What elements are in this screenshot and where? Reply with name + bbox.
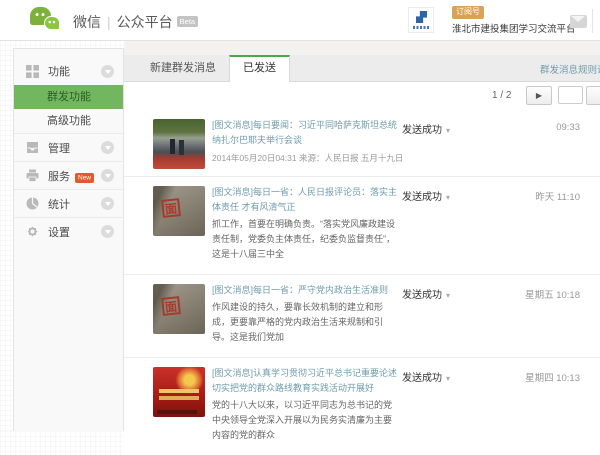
- rules-link[interactable]: 群发消息规则说明: [540, 62, 600, 76]
- company-logo-text: [413, 26, 430, 29]
- wechat-bubble-small: [44, 16, 60, 30]
- tab-new-message[interactable]: 新建群发消息: [137, 55, 229, 81]
- red-poster-thumbnail: [153, 367, 205, 417]
- account-type-badge: 订阅号: [452, 6, 484, 19]
- message-snippet: 作风建设的持久，要靠长效机制的建立和形成，更要靠严格的党内政治生活来规制和引导。…: [212, 300, 398, 345]
- stone-inscription-thumbnail: 面: [153, 186, 205, 236]
- sent-time: 昨天 11:10: [535, 189, 580, 203]
- status-label: 发送成功: [402, 192, 442, 203]
- message-title-link[interactable]: [图文消息]每日要闻：习近平同哈萨克斯坦总统纳扎尔巴耶夫举行会谈: [212, 118, 398, 148]
- chevron-down-icon[interactable]: [101, 225, 114, 238]
- ceremony-photo-thumbnail: [153, 119, 205, 169]
- message-row[interactable]: [图文消息]每日要闻：习近平同哈萨克斯坦总统纳扎尔巴耶夫举行会谈 2014年05…: [124, 110, 600, 176]
- message-row[interactable]: 面 [图文消息]每日一省：严守党内政治生活准则 作风建设的持久，要靠长效机制的建…: [124, 274, 600, 357]
- brand-separator: |: [107, 14, 111, 30]
- status-label: 发送成功: [402, 125, 442, 136]
- sidebar-item-label: 管理: [48, 140, 101, 156]
- sidebar-item-text: 服务: [48, 171, 70, 183]
- sidebar-item-advanced[interactable]: 高级功能: [14, 109, 123, 133]
- beta-badge: Beta: [177, 16, 198, 27]
- message-title-link[interactable]: [图文消息]每日一省：人民日报评论员：落实主体责任 才有风清气正: [212, 185, 398, 215]
- thumbnail-glyph: 面: [161, 198, 181, 218]
- message-snippet: 党的十八大以来，以习近平同志为总书记的党中央领导全党深入开展以为民务实清廉为主要…: [212, 398, 398, 443]
- gear-icon: [26, 225, 39, 238]
- status-label: 发送成功: [402, 373, 442, 384]
- chevron-down-icon[interactable]: [101, 141, 114, 154]
- sidebar-nav: 功能 群发功能 高级功能 管理 服务 New 统计: [13, 48, 124, 431]
- header-divider: [592, 9, 593, 33]
- message-meta: 2014年05月20日04:31 来源：人民日报 五月十九日: [212, 152, 580, 164]
- dropdown-arrow-icon: [446, 374, 450, 383]
- dropdown-arrow-icon: [446, 291, 450, 300]
- message-row[interactable]: 面 [图文消息]每日一省：人民日报评论员：落实主体责任 才有风清气正 抓工作，首…: [124, 176, 600, 274]
- sent-time: 09:33: [556, 122, 580, 133]
- status-label: 发送成功: [402, 290, 442, 301]
- printer-icon: [26, 169, 39, 182]
- sidebar-item-settings[interactable]: 设置: [14, 217, 123, 245]
- tab-bar: 新建群发消息 已发送 群发消息规则说明: [124, 55, 600, 82]
- sidebar-item-label: 设置: [48, 224, 101, 240]
- status-dropdown[interactable]: 发送成功: [402, 188, 450, 203]
- sidebar-item-mass-send[interactable]: 群发功能: [14, 85, 123, 109]
- chevron-down-icon[interactable]: [101, 197, 114, 210]
- sent-time: 星期四 10:13: [525, 370, 580, 384]
- sidebar-item-features[interactable]: 功能: [14, 57, 123, 85]
- chevron-down-icon[interactable]: [101, 169, 114, 182]
- status-dropdown[interactable]: 发送成功: [402, 121, 450, 136]
- dropdown-arrow-icon: [446, 193, 450, 202]
- page-input[interactable]: [558, 86, 583, 104]
- chevron-down-icon[interactable]: [101, 65, 114, 78]
- sidebar-item-statistics[interactable]: 统计: [14, 189, 123, 217]
- company-logo-mark: [416, 11, 427, 23]
- tray-icon: [26, 141, 39, 154]
- tab-sent[interactable]: 已发送: [229, 55, 290, 82]
- message-title-link[interactable]: [图文消息]每日一省：严守党内政治生活准则: [212, 283, 398, 298]
- sidebar-item-service[interactable]: 服务 New: [14, 161, 123, 189]
- stone-inscription-thumbnail: 面: [153, 284, 205, 334]
- main-content: 新建群发消息 已发送 群发消息规则说明 1 / 2 ▶ 跳转 [图文消息]每日要…: [124, 41, 600, 431]
- top-header: 微信 | 公众平台 Beta 订阅号 淮北市建投集团学习交流平台: [0, 0, 600, 41]
- brand-name: 微信: [73, 14, 101, 30]
- account-name[interactable]: 淮北市建投集团学习交流平台: [452, 21, 576, 35]
- company-logo: [408, 7, 434, 33]
- thumbnail-glyph: 面: [161, 296, 181, 316]
- sidebar-item-label: 功能: [48, 63, 101, 79]
- dropdown-arrow-icon: [446, 126, 450, 135]
- grid-icon: [26, 65, 39, 78]
- sidebar-item-manage[interactable]: 管理: [14, 133, 123, 161]
- sent-message-list: [图文消息]每日要闻：习近平同哈萨克斯坦总统纳扎尔巴耶夫举行会谈 2014年05…: [124, 110, 600, 455]
- message-row[interactable]: [图文消息]认真学习贯彻习近平总书记重要论述切实把党的群众路线教育实践活动开展好…: [124, 357, 600, 455]
- jump-button[interactable]: 跳转: [586, 86, 600, 105]
- product-name: 公众平台: [117, 14, 173, 30]
- envelope-icon[interactable]: [570, 15, 587, 28]
- content-top-spacer: [124, 41, 600, 55]
- message-snippet: 抓工作，首要在明确负责。“落实党风廉政建设责任制，党委负主体责任，纪委负监督责任…: [212, 217, 398, 262]
- new-badge: New: [75, 173, 94, 183]
- wechat-logo-icon: [30, 7, 64, 34]
- status-dropdown[interactable]: 发送成功: [402, 286, 450, 301]
- sent-time: 星期五 10:18: [525, 287, 580, 301]
- message-title-link[interactable]: [图文消息]认真学习贯彻习近平总书记重要论述切实把党的群众路线教育实践活动开展好: [212, 366, 398, 396]
- list-toolbar: 1 / 2 ▶ 跳转: [124, 82, 600, 110]
- site-title: 微信 | 公众平台 Beta: [73, 12, 198, 32]
- page-indicator: 1 / 2: [492, 90, 511, 101]
- next-page-button[interactable]: ▶: [526, 86, 552, 105]
- status-dropdown[interactable]: 发送成功: [402, 369, 450, 384]
- sidebar-item-label: 服务 New: [48, 168, 101, 184]
- pie-chart-icon: [26, 197, 39, 210]
- sidebar-item-label: 统计: [48, 196, 101, 212]
